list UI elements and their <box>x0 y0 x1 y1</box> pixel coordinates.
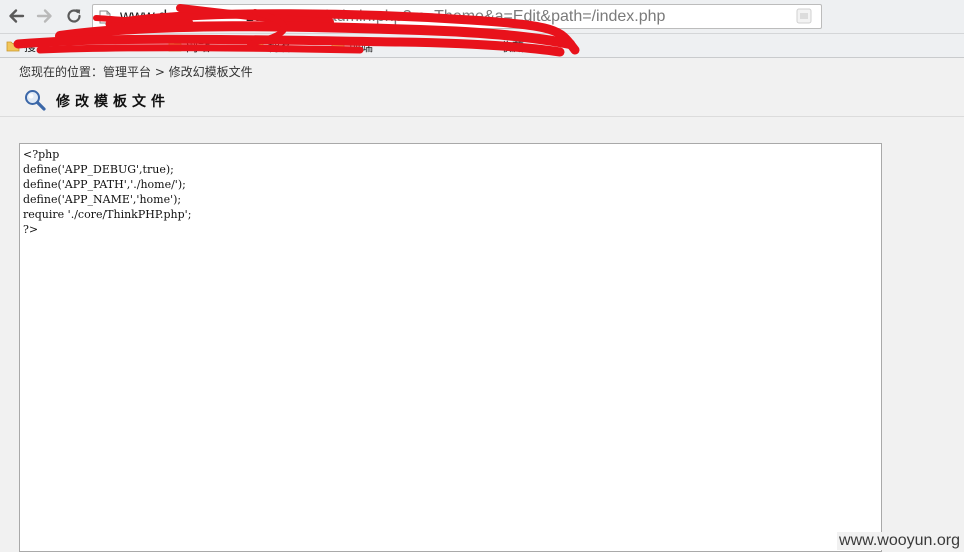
bookmarks-bar: 搜索 网站 博客 前端 收藏 <box>0 34 964 58</box>
url-text[interactable]: www.de zuche.com/admin.php?m=Theme&a=Edit… <box>120 7 665 27</box>
url-host-tail: zuche.com <box>246 8 324 25</box>
reload-button[interactable] <box>62 4 86 28</box>
bookmark-item[interactable]: 前端 <box>331 37 373 55</box>
bookmark-item[interactable]: 博客 <box>250 37 292 55</box>
breadcrumb: 您现在的位置：管理平台 > 修改幻模板文件 <box>19 65 253 79</box>
title-row: 修改模板文件 <box>0 85 964 117</box>
bookmark-item[interactable]: 搜索 <box>6 37 48 55</box>
forward-arrow-icon <box>36 9 52 23</box>
bookmark-item[interactable]: 网站 <box>168 37 210 55</box>
watermark: www.wooyun.org <box>837 532 962 550</box>
folder-icon <box>168 41 182 52</box>
folder-icon <box>6 41 20 52</box>
admin-page: 您现在的位置：管理平台 > 修改幻模板文件 修改模板文件 www.wooyun.… <box>0 59 964 552</box>
reload-icon <box>67 9 81 23</box>
search-icon <box>25 90 46 111</box>
browser-toolbar: www.de zuche.com/admin.php?m=Theme&a=Edit… <box>0 0 964 34</box>
forward-button[interactable] <box>33 4 57 28</box>
translate-icon[interactable] <box>793 7 815 27</box>
back-button[interactable] <box>4 4 28 28</box>
template-code-editor[interactable] <box>19 143 882 552</box>
folder-icon <box>250 41 264 52</box>
back-arrow-icon <box>9 9 25 23</box>
url-host: www.de <box>120 8 177 25</box>
folder-icon <box>331 41 345 52</box>
url-path: /admin.php?m=Theme&a=Edit&path=/index.ph… <box>323 8 666 25</box>
page-icon <box>99 10 111 24</box>
page-title: 修改模板文件 <box>56 94 170 110</box>
bookmark-item[interactable]: 收藏 <box>500 37 524 55</box>
address-bar[interactable]: www.de zuche.com/admin.php?m=Theme&a=Edit… <box>92 4 822 29</box>
